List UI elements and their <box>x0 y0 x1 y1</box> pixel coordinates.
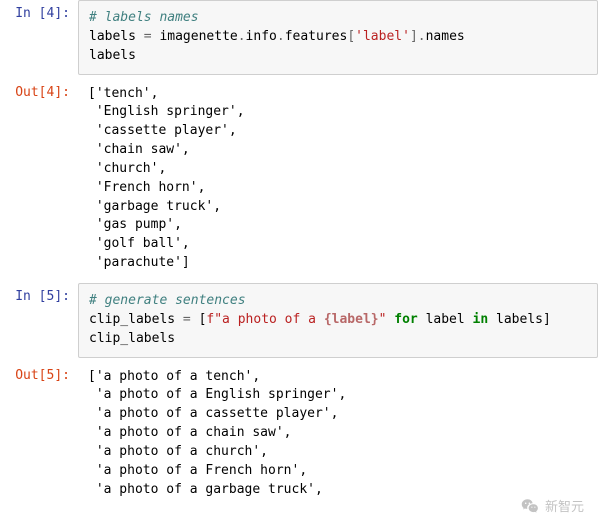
code-string: "a photo of a <box>214 312 324 327</box>
code-string: 'label' <box>355 29 410 44</box>
code-token: names <box>426 29 465 44</box>
code-cell: In [4]: # labels names labels = imagenet… <box>0 0 598 75</box>
code-token: labels <box>89 29 144 44</box>
code-token: labels <box>89 48 136 63</box>
code-token: labels] <box>488 312 551 327</box>
code-keyword: for <box>394 312 417 327</box>
code-token: label <box>418 312 473 327</box>
code-token: . <box>277 29 285 44</box>
output-prompt: Out[5]: <box>0 362 78 383</box>
code-token: clip_labels <box>89 331 175 346</box>
output-cell: Out[5]: ['a photo of a tench', 'a photo … <box>0 362 598 506</box>
output-cell: Out[4]: ['tench', 'English springer', 'c… <box>0 79 598 279</box>
code-cell: In [5]: # generate sentences clip_labels… <box>0 283 598 358</box>
code-token: = <box>144 29 152 44</box>
code-output: ['tench', 'English springer', 'cassette … <box>78 79 598 279</box>
comment: # generate sentences <box>89 293 246 308</box>
code-interp: {label} <box>324 312 379 327</box>
code-token: imagenette <box>152 29 238 44</box>
code-token: ] <box>410 29 418 44</box>
code-token: info <box>246 29 277 44</box>
code-token: . <box>238 29 246 44</box>
input-prompt: In [5]: <box>0 283 78 304</box>
code-token: clip_labels <box>89 312 183 327</box>
input-prompt: In [4]: <box>0 0 78 21</box>
code-keyword: in <box>473 312 489 327</box>
code-output: ['a photo of a tench', 'a photo of a Eng… <box>78 362 598 506</box>
code-token: features <box>285 29 348 44</box>
code-token: [ <box>347 29 355 44</box>
code-token: = <box>183 312 191 327</box>
comment: # labels names <box>89 10 199 25</box>
output-prompt: Out[4]: <box>0 79 78 100</box>
code-token: . <box>418 29 426 44</box>
code-input[interactable]: # generate sentences clip_labels = [f"a … <box>78 283 598 358</box>
code-input[interactable]: # labels names labels = imagenette.info.… <box>78 0 598 75</box>
code-token: [ <box>191 312 207 327</box>
